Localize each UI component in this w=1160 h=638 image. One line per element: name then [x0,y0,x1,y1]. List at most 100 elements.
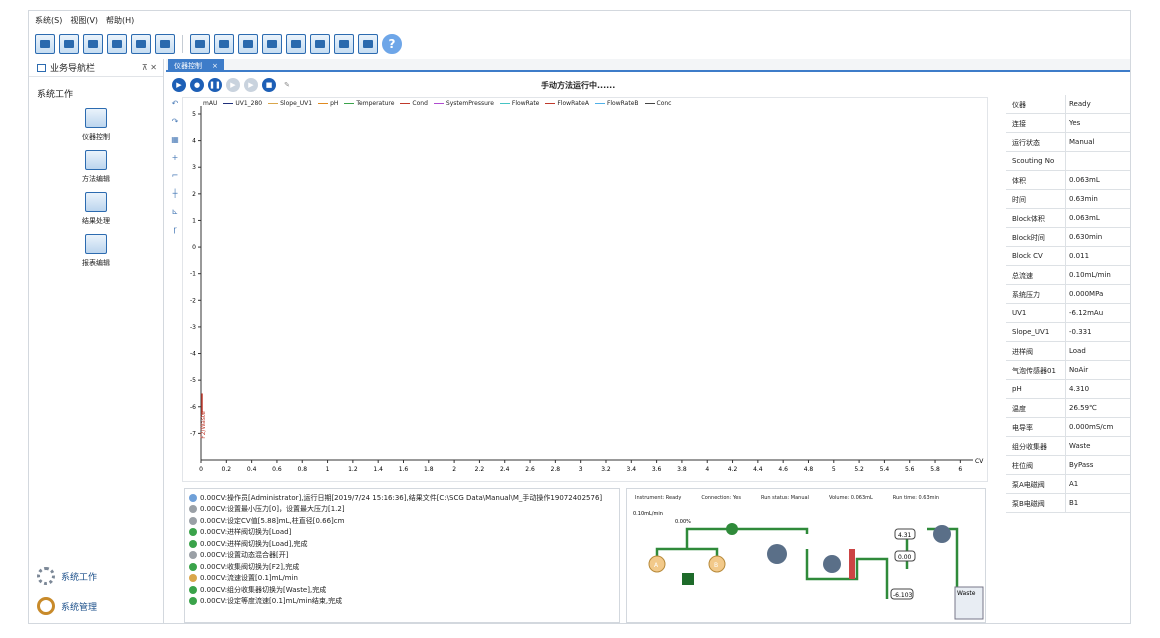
nav-item-label: 报表编辑 [82,259,110,267]
lock-icon[interactable] [334,34,354,54]
property-value: 0.63min [1069,195,1098,203]
tools-icon [37,597,55,615]
menu-view[interactable]: 视图(V) [70,15,98,25]
column-valve [823,555,841,573]
method-icon [85,150,107,170]
property-value: 0.000mS/cm [1069,423,1114,431]
document-tab-strip: 仪器控制 × [166,59,1130,72]
record-icon[interactable]: ● [190,78,204,92]
chart-icon[interactable] [83,34,103,54]
redo-icon[interactable]: ↷ [170,117,180,127]
nav-item-result-processing[interactable]: 结果处理 [36,192,156,226]
x-tick-label: 3 [579,466,583,473]
log-text: 0.00CV:设置最小压力[0]，设置最大压力[1.2] [200,505,345,514]
stop-icon[interactable]: ■ [262,78,276,92]
menu-system[interactable]: 系统(S) [35,15,62,25]
log-row: 0.00CV:收集阀切换为[F2],完成 [189,561,619,573]
y-tick-label: 5 [192,111,196,118]
chromatogram-chart[interactable]: mAU UV1_280 Slope_UV1 pH Temperature Cond Syst… [182,97,988,482]
property-key: 电导率 [1006,418,1066,436]
property-key: 系统压力 [1006,285,1066,303]
log-row: 0.00CV:组分收集器切换为[Waste],完成 [189,584,619,596]
play-icon[interactable]: ▶ [172,78,186,92]
pen-icon[interactable]: ✎ [280,78,294,92]
log-gear-icon [189,505,197,514]
main-toolbar: ? [29,31,1130,57]
y-tick-label: -5 [190,377,196,384]
report-icon[interactable] [238,34,258,54]
property-row: 电导率 0.000mS/cm [1006,418,1130,437]
property-value: -0.331 [1069,328,1092,336]
x-tick-label: 4.4 [753,466,763,473]
y-tick-label: -2 [190,297,196,304]
monitor-icon[interactable] [262,34,282,54]
log-row: 0.00CV:操作员[Administrator],运行日期[2019/7/24… [189,492,619,504]
nav-section-title: 系统工作 [37,90,74,100]
y-tick-label: 1 [192,217,196,224]
network-icon[interactable] [358,34,378,54]
property-key: 时间 [1006,190,1066,208]
property-value: 4.310 [1069,385,1090,393]
x-tick-label: 3.6 [652,466,662,473]
layout-icon[interactable] [214,34,234,54]
property-value: 26.59℃ [1069,404,1097,412]
nav-panel-icon [37,63,46,72]
property-row: Slope_UV1 -0.331 [1006,323,1130,342]
log-row: 0.00CV:设定CV值[5.88]mL,柱直径[0.66]cm [189,515,619,527]
property-value: ByPass [1069,461,1094,469]
property-value: 0.063mL [1069,214,1100,222]
x-tick-label: 4.2 [728,466,738,473]
process-settings-icon[interactable] [155,34,175,54]
nav-pin-close[interactable]: ⊼ ✕ [142,63,157,72]
injection-valve [767,544,787,564]
pressure-value: 4.31 [898,532,912,539]
grid-icon[interactable]: ▦ [170,135,180,145]
skip-icon[interactable]: ▶ [244,78,258,92]
property-value: -6.12mAu [1069,309,1104,317]
fraction-annotation: F2/Waste [200,411,207,439]
event-log[interactable]: 0.00CV:操作员[Administrator],运行日期[2019/7/24… [184,488,620,623]
tab-close-icon[interactable]: × [212,62,218,70]
property-row: 连接 Yes [1006,114,1130,133]
step-icon[interactable]: ▶ [226,78,240,92]
toolbar-separator [182,35,183,53]
x-tick-label: 2 [452,466,456,473]
log-gear-icon [189,516,197,525]
move-icon[interactable]: + [170,153,180,163]
log-gear-icon [189,551,197,560]
y-tick-label: 2 [192,191,196,198]
method-icon[interactable] [59,34,79,54]
log-valve-icon [189,528,197,537]
print-settings-icon[interactable] [131,34,151,54]
property-key: Slope_UV1 [1006,323,1066,341]
y-tick-label: 0 [192,244,196,251]
pause-icon[interactable]: ❚❚ [208,78,222,92]
nav-bottom-system-work[interactable]: 系统工作 [37,567,97,585]
undo-icon[interactable]: ↶ [170,99,180,109]
property-row: 泵B电磁阀 B1 [1006,494,1130,513]
crosshair-icon[interactable]: ┼ [170,189,180,199]
nav-bottom-system-management[interactable]: 系统管理 [37,597,97,615]
property-key: 温度 [1006,399,1066,417]
nav-item-method-edit[interactable]: 方法编辑 [36,150,156,184]
x-tick-label: 5.2 [854,466,864,473]
print-icon[interactable] [107,34,127,54]
window-icon[interactable] [190,34,210,54]
scale-icon[interactable]: ⊾ [170,207,180,217]
crop-icon[interactable]: ⌐ [170,171,180,181]
nav-item-report-edit[interactable]: 报表编辑 [36,234,156,268]
document-icon[interactable] [310,34,330,54]
log-check-icon [189,597,197,606]
help-icon[interactable]: ? [382,34,402,54]
gears-icon [37,567,55,585]
edit-icon[interactable] [286,34,306,54]
menu-help[interactable]: 帮助(H) [106,15,134,25]
marker-icon[interactable]: ɼ [170,225,180,235]
nav-item-instrument-control[interactable]: 仪器控制 [36,108,156,142]
log-check-icon [189,539,197,548]
tab-instrument-control[interactable]: 仪器控制 × [168,59,224,72]
property-value: 0.630min [1069,233,1103,241]
log-text: 0.00CV:设定CV值[5.88]mL,柱直径[0.66]cm [200,516,345,525]
instrument-icon[interactable] [35,34,55,54]
mixer-box [682,573,694,585]
